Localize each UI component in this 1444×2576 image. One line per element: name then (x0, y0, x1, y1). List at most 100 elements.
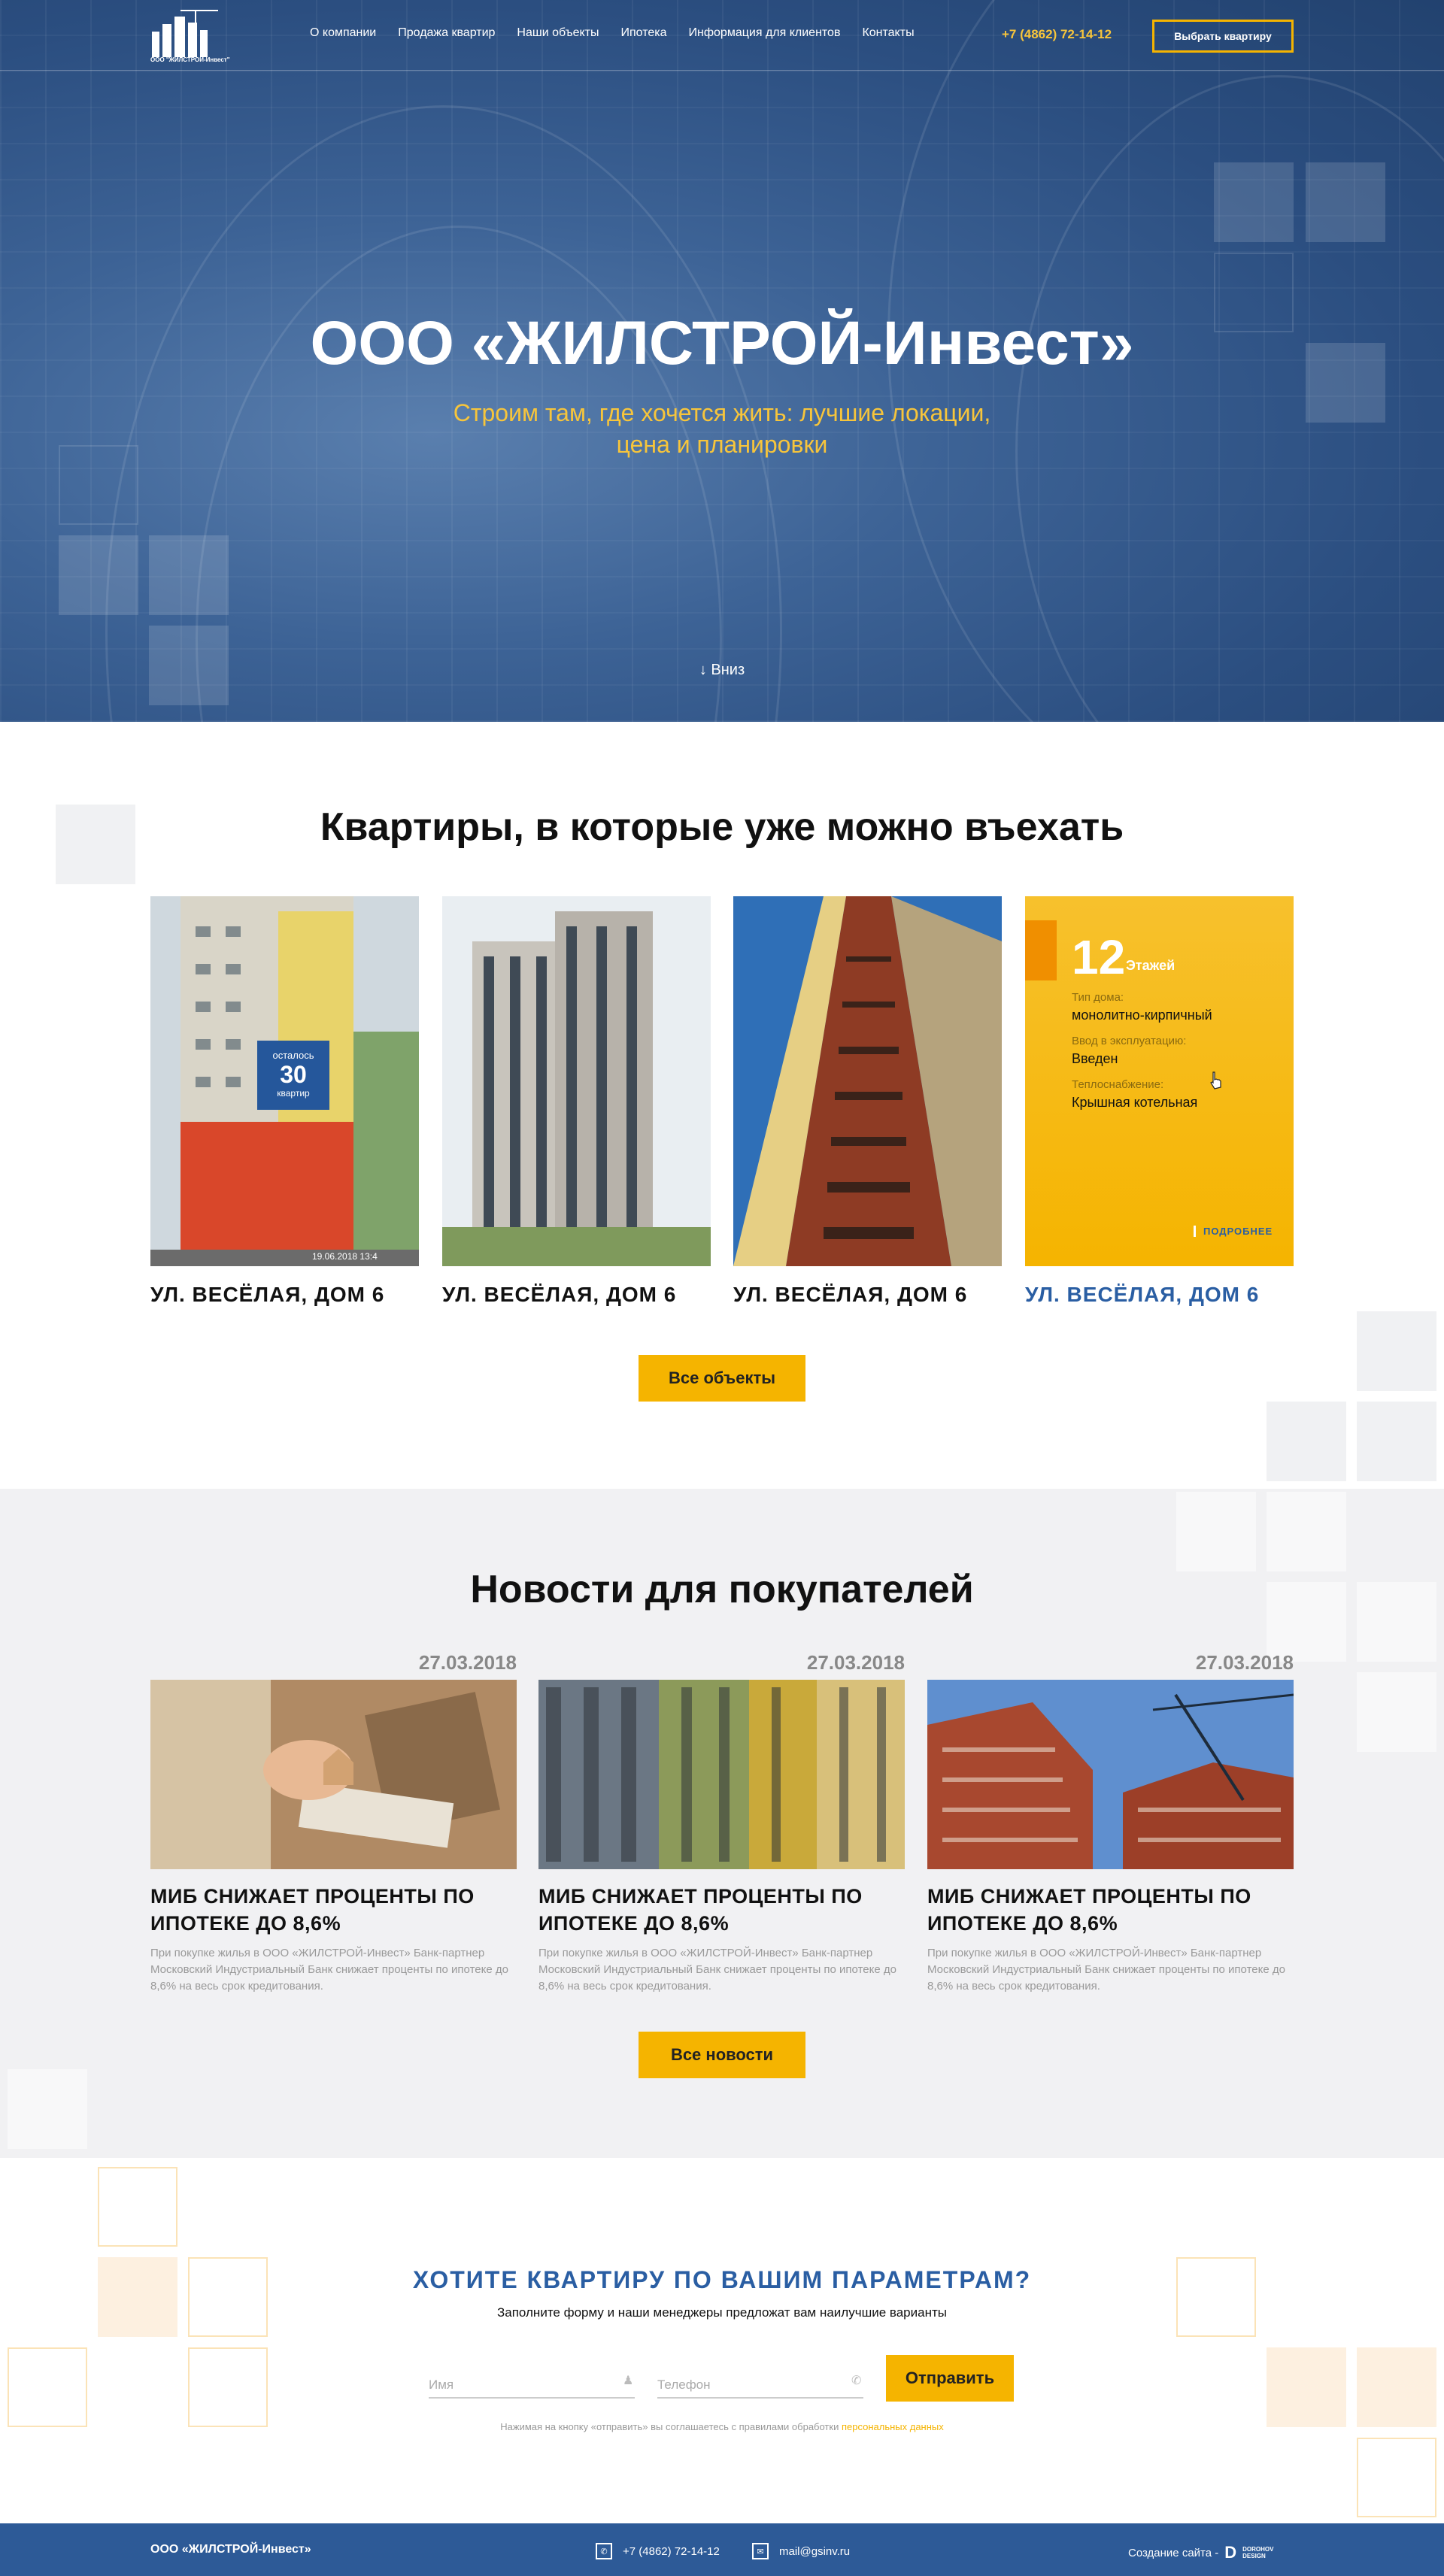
nav-item-mortgage[interactable]: Ипотека (621, 26, 667, 40)
company-logo[interactable]: ООО "ЖИЛСТРОЙ-Инвест" (150, 9, 230, 63)
detail-heating-label: Теплоснабжение: (1072, 1078, 1164, 1091)
mail-icon: ✉ (752, 2543, 769, 2559)
footer-phone-text: +7 (4862) 72-14-12 (623, 2544, 720, 2558)
deco-square (1357, 2347, 1436, 2427)
news-date-1: 27.03.2018 (418, 1651, 517, 1674)
hero-subtitle-line1: Строим там, где хочется жить: лучшие лок… (453, 399, 991, 426)
nav-item-sales[interactable]: Продажа квартир (398, 26, 495, 40)
header-phone[interactable]: +7 (4862) 72-14-12 (1002, 27, 1112, 42)
deco-square (1357, 2438, 1436, 2517)
credit-text: Создание сайта - (1128, 2546, 1219, 2559)
news-title-2-line1: МИБ СНИЖАЕТ ПРОЦЕНТЫ ПО (538, 1885, 863, 1908)
designer-name-line2: DESIGN (1242, 2553, 1266, 2559)
news-title-3-line1: МИБ СНИЖАЕТ ПРОЦЕНТЫ ПО (927, 1885, 1251, 1908)
deco-square (1267, 2347, 1346, 2427)
developer-credit[interactable]: Создание сайта - D DOROHOV DESIGN (1128, 2543, 1273, 2562)
deco-square (1176, 1492, 1256, 1571)
news-image-2[interactable] (538, 1680, 905, 1869)
hero-subtitle: Строим там, где хочется жить: лучшие лок… (421, 397, 1023, 460)
choose-apartment-button[interactable]: Выбрать квартиру (1152, 20, 1294, 53)
submit-button[interactable]: Отправить (886, 2355, 1014, 2402)
detail-type-label: Тип дома: (1072, 991, 1124, 1004)
detail-commission-label: Ввод в эксплуатацию: (1072, 1035, 1187, 1047)
apartment-card-3[interactable] (733, 896, 1002, 1266)
nav-item-about[interactable]: О компании (310, 26, 376, 40)
apartment-caption-4[interactable]: УЛ. ВЕСЁЛАЯ, ДОМ 6 (1025, 1283, 1294, 1307)
personal-data-link[interactable]: персональных данных (842, 2421, 944, 2432)
apartments-title: Квартиры, в которые уже можно въехать (320, 805, 1124, 849)
hero-deco-square (149, 535, 229, 615)
news-date-3: 27.03.2018 (1195, 1651, 1294, 1674)
main-nav: О компании Продажа квартир Наши объекты … (310, 26, 936, 40)
detail-accent-stripe (1025, 920, 1057, 980)
form-title: ХОТИТЕ КВАРТИРУ ПО ВАШИМ ПАРАМЕТРАМ? (412, 2266, 1032, 2293)
news-image-1[interactable] (150, 1680, 517, 1869)
deco-square (188, 2347, 268, 2427)
apartments-left-badge: осталось 30 квартир (257, 1041, 329, 1110)
news-title-1[interactable]: МИБ СНИЖАЕТ ПРОЦЕНТЫ ПО ИПОТЕКЕ ДО 8,6% (150, 1883, 517, 1937)
hero-deco-square (59, 445, 138, 525)
designer-name-line1: DOROHOV (1242, 2546, 1274, 2553)
news-title-3[interactable]: МИБ СНИЖАЕТ ПРОЦЕНТЫ ПО ИПОТЕКЕ ДО 8,6% (927, 1883, 1294, 1937)
keys-photo (150, 1680, 517, 1869)
facade-photo (538, 1680, 905, 1869)
hero-deco-square (1306, 162, 1385, 242)
all-news-button[interactable]: Все новости (639, 2032, 805, 2078)
name-input[interactable] (429, 2361, 635, 2399)
building-photo-2 (442, 896, 711, 1266)
badge-suffix: квартир (277, 1088, 310, 1099)
news-title-1-line2: ИПОТЕКЕ ДО 8,6% (150, 1912, 341, 1935)
nav-item-objects[interactable]: Наши объекты (517, 26, 599, 40)
apartment-caption-2[interactable]: УЛ. ВЕСЁЛАЯ, ДОМ 6 (442, 1283, 711, 1307)
construction-photo (927, 1680, 1294, 1869)
designer-name: DOROHOV DESIGN (1242, 2546, 1273, 2559)
detail-heating-value: Крышная котельная (1072, 1095, 1198, 1110)
detail-more-link[interactable]: ПОДРОБНЕЕ (1194, 1226, 1273, 1237)
nav-item-client-info[interactable]: Информация для клиентов (689, 26, 841, 40)
deco-square (1357, 1311, 1436, 1391)
news-title: Новости для покупателей (470, 1568, 974, 1611)
hero-deco-square (59, 535, 138, 615)
cursor-hand-icon (1210, 1071, 1221, 1089)
phone-icon: ✆ (851, 2374, 862, 2387)
phone-icon: ✆ (596, 2543, 612, 2559)
apartment-caption-1[interactable]: УЛ. ВЕСЁЛАЯ, ДОМ 6 (150, 1283, 419, 1307)
deco-square (1357, 1402, 1436, 1481)
badge-count: 30 (280, 1061, 307, 1088)
news-title-2[interactable]: МИБ СНИЖАЕТ ПРОЦЕНТЫ ПО ИПОТЕКЕ ДО 8,6% (538, 1883, 905, 1937)
detail-floors-count: 12 (1072, 930, 1126, 984)
apartment-card-2[interactable] (442, 896, 711, 1266)
news-text-3: При покупке жилья в ООО «ЖИЛСТРОЙ-Инвест… (927, 1947, 1285, 1993)
hero-section: ООО "ЖИЛСТРОЙ-Инвест" О компании Продажа… (0, 0, 1444, 722)
logo-buildings-icon (152, 10, 218, 57)
apartment-card-1[interactable]: осталось 30 квартир 19.06.2018 13:4 (150, 896, 419, 1266)
apartment-card-4-details[interactable]: 12 Этажей Тип дома: монолитно-кирпичный … (1025, 896, 1294, 1266)
news-text-2: При покупке жилья в ООО «ЖИЛСТРОЙ-Инвест… (538, 1947, 896, 1993)
news-title-1-line1: МИБ СНИЖАЕТ ПРОЦЕНТЫ ПО (150, 1885, 475, 1908)
news-date-2: 27.03.2018 (806, 1651, 905, 1674)
scroll-down-link[interactable]: ↓ Вниз (677, 662, 767, 679)
news-title-3-line2: ИПОТЕКЕ ДО 8,6% (927, 1912, 1118, 1935)
deco-square (98, 2167, 177, 2247)
detail-floors-label: Этажей (1126, 958, 1176, 973)
phone-input[interactable] (657, 2361, 863, 2399)
consent-label: Нажимая на кнопку «отправить» вы соглаша… (500, 2421, 842, 2432)
building-photo-3 (733, 896, 1002, 1266)
hero-deco-square (149, 626, 229, 705)
nav-item-contacts[interactable]: Контакты (862, 26, 914, 40)
badge-prefix: осталось (272, 1050, 314, 1061)
footer-email[interactable]: ✉ mail@gsinv.ru (752, 2543, 850, 2559)
deco-square (1357, 1672, 1436, 1752)
hero-title: ООО «ЖИЛСТРОЙ-Инвест» (310, 309, 1134, 377)
footer-email-text: mail@gsinv.ru (779, 2544, 851, 2558)
apartment-caption-3[interactable]: УЛ. ВЕСЁЛАЯ, ДОМ 6 (733, 1283, 1002, 1307)
all-objects-button[interactable]: Все объекты (639, 1355, 805, 1402)
site-footer: ООО «ЖИЛСТРОЙ-Инвест» ✆ +7 (4862) 72-14-… (0, 2523, 1444, 2576)
detail-commission-value: Введен (1072, 1051, 1118, 1066)
user-icon: ♟ (623, 2374, 634, 2387)
footer-phone[interactable]: ✆ +7 (4862) 72-14-12 (596, 2543, 720, 2559)
deco-square (8, 2069, 87, 2149)
hero-subtitle-line2: цена и планировки (616, 431, 828, 458)
detail-type-value: монолитно-кирпичный (1072, 1008, 1212, 1023)
news-image-3[interactable] (927, 1680, 1294, 1869)
